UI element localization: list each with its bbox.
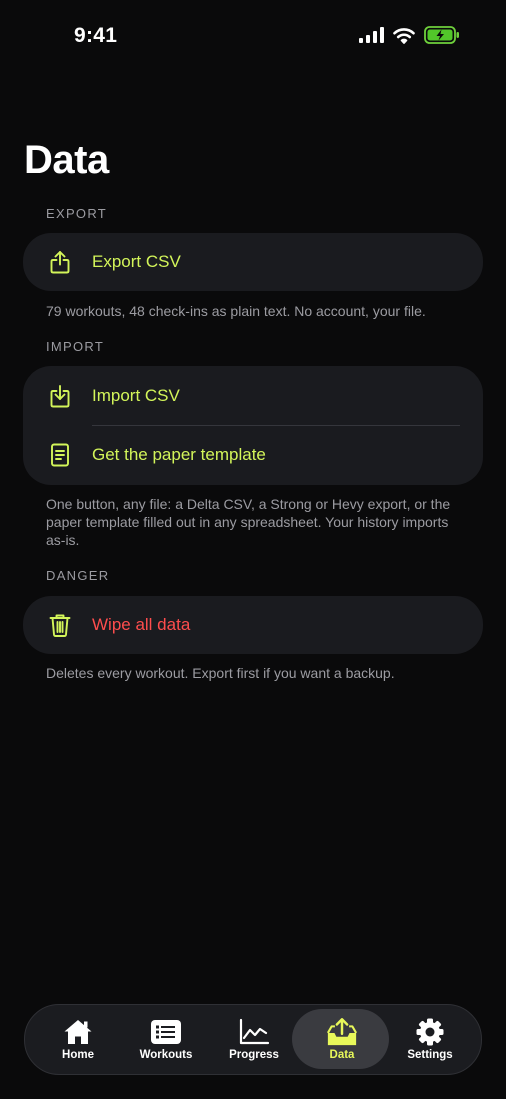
gear-icon bbox=[414, 1018, 446, 1046]
wipe-all-data-label: Wipe all data bbox=[92, 615, 191, 634]
status-icons bbox=[359, 26, 460, 44]
tab-settings-label: Settings bbox=[407, 1049, 453, 1061]
export-csv-label: Export CSV bbox=[92, 252, 181, 271]
import-card: Import CSV Get the paper template bbox=[23, 366, 483, 485]
wipe-all-data-button[interactable]: Wipe all data bbox=[23, 596, 483, 654]
tab-bar: Home Workouts Progress Data Settings bbox=[24, 1004, 482, 1075]
section-label-import: IMPORT bbox=[46, 339, 105, 354]
cellular-signal-icon bbox=[359, 27, 384, 43]
tab-progress[interactable]: Progress bbox=[210, 1005, 298, 1074]
page-title: Data bbox=[24, 138, 109, 182]
tab-home[interactable]: Home bbox=[34, 1005, 122, 1074]
chart-icon bbox=[238, 1018, 270, 1046]
trash-icon bbox=[49, 614, 71, 637]
tab-home-label: Home bbox=[62, 1049, 94, 1061]
tab-workouts[interactable]: Workouts bbox=[122, 1005, 210, 1074]
battery-charging-icon bbox=[424, 26, 459, 44]
home-icon bbox=[62, 1018, 94, 1046]
tab-data[interactable]: Data bbox=[298, 1005, 386, 1074]
list-icon bbox=[150, 1018, 182, 1046]
status-bar: 9:41 bbox=[0, 0, 506, 74]
tab-data-label: Data bbox=[329, 1049, 355, 1061]
tab-settings[interactable]: Settings bbox=[386, 1005, 474, 1074]
import-csv-button[interactable]: Import CSV bbox=[23, 367, 483, 425]
danger-card: Wipe all data bbox=[23, 596, 483, 654]
export-note: 79 workouts, 48 check-ins as plain text.… bbox=[46, 303, 426, 319]
paper-template-label: Get the paper template bbox=[92, 445, 266, 464]
download-tray-icon bbox=[50, 385, 70, 408]
tab-progress-label: Progress bbox=[229, 1049, 279, 1061]
wifi-icon bbox=[393, 27, 415, 44]
import-csv-label: Import CSV bbox=[92, 386, 180, 405]
export-card: Export CSV bbox=[23, 233, 483, 291]
share-upload-icon bbox=[50, 251, 70, 274]
import-note: One button, any file: a Delta CSV, a Str… bbox=[46, 496, 451, 548]
status-time: 9:41 bbox=[74, 24, 118, 47]
tab-workouts-label: Workouts bbox=[139, 1049, 193, 1061]
section-label-export: EXPORT bbox=[46, 206, 108, 221]
document-icon bbox=[51, 443, 69, 467]
section-label-danger: DANGER bbox=[46, 568, 110, 583]
tray-upload-icon bbox=[326, 1018, 358, 1046]
paper-template-button[interactable]: Get the paper template bbox=[23, 426, 483, 484]
danger-note: Deletes every workout. Export first if y… bbox=[46, 665, 395, 681]
export-csv-button[interactable]: Export CSV bbox=[23, 233, 483, 291]
